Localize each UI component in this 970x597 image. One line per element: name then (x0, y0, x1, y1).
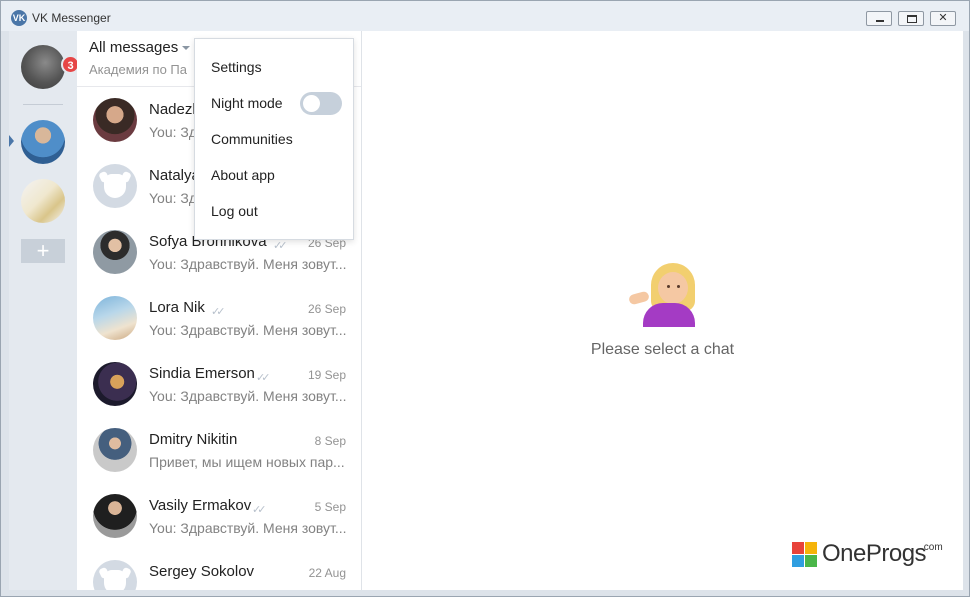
account-avatar-3[interactable] (21, 179, 65, 223)
conversation-item[interactable]: Sindia Emerson ✓✓ 19 Sep You: Здравствуй. М… (77, 361, 361, 427)
watermark-suffix: .com (921, 542, 943, 553)
title-bar: VK VK Messenger ✕ (1, 1, 969, 31)
contact-name: Sergey Sokolov (149, 563, 255, 580)
conversation-item[interactable]: Dmitry Nikitin 8 Sep Привет, мы ищем новых… (77, 427, 361, 493)
messages-filter-dropdown[interactable]: All messages (89, 39, 178, 56)
close-button[interactable]: ✕ (930, 11, 956, 26)
menu-item-settings[interactable]: Settings (211, 59, 262, 75)
read-checkmark-icon: ✓✓ (273, 240, 288, 252)
read-checkmark-icon: ✓✓ (211, 306, 226, 318)
message-preview: You: Здравствуй. Меня зовут... (149, 388, 347, 404)
empty-chat-message: Please select a chat (590, 341, 735, 358)
menu-item-log-out[interactable]: Log out (211, 203, 258, 219)
account-avatar-2[interactable] (21, 120, 65, 164)
rail-divider (23, 104, 63, 105)
message-date: 8 Sep (314, 434, 346, 448)
read-checkmark-icon: ✓✓ (252, 504, 267, 516)
message-date: 19 Sep (307, 368, 346, 382)
conversation-item[interactable]: Lora Nik ✓✓ 26 Sep You: Здравствуй. Меня зо… (77, 295, 361, 361)
contact-avatar (93, 230, 137, 274)
message-date: 26 Sep (307, 302, 346, 316)
watermark-name: OneProgs (822, 540, 927, 567)
oneprogs-logo-icon (792, 542, 818, 568)
default-avatar-icon (93, 560, 137, 590)
menu-item-night-mode[interactable]: Night mode (211, 95, 283, 111)
night-mode-toggle[interactable] (300, 92, 342, 115)
message-preview: You: Здравствуй. Меня зовут... (149, 520, 347, 536)
woman-tipping-hand-icon (628, 263, 701, 327)
message-date: 22 Aug (308, 566, 346, 580)
contact-name: Natalya (149, 167, 200, 184)
minimize-button[interactable] (866, 11, 892, 26)
contact-name: Lora Nik (149, 299, 205, 316)
contact-name: Nadezh (149, 101, 201, 118)
contact-avatar (93, 362, 137, 406)
default-avatar-icon (93, 164, 137, 208)
conversation-item[interactable]: Sergey Sokolov 22 Aug (77, 559, 361, 590)
list-subtitle: Академия по Па (89, 62, 187, 77)
account-rail: 3 + (9, 31, 80, 590)
account-avatar-1[interactable]: 3 (21, 45, 80, 89)
maximize-icon (907, 15, 917, 23)
contact-name: Vasily Ermakov (149, 497, 252, 514)
read-checkmark-icon: ✓✓ (256, 372, 271, 384)
minimize-icon (876, 20, 884, 22)
active-account-indicator (9, 135, 14, 147)
message-preview: Привет, мы ищем новых пар... (149, 454, 345, 470)
contact-avatar (93, 98, 137, 142)
menu-item-communities[interactable]: Communities (211, 131, 293, 147)
add-account-button[interactable]: + (21, 239, 65, 263)
message-date: 5 Sep (314, 500, 346, 514)
message-preview: You: Здравствуй. Меня зовут... (149, 322, 347, 338)
menu-item-about-app[interactable]: About app (211, 167, 275, 183)
contact-name: Dmitry Nikitin (149, 431, 238, 448)
maximize-button[interactable] (898, 11, 924, 26)
chat-area: Please select a chat (362, 31, 963, 590)
main-menu-dropdown: Settings Night mode Communities About ap… (194, 38, 354, 240)
chevron-down-icon[interactable] (182, 46, 190, 50)
window-title: VK Messenger (32, 11, 111, 25)
toggle-knob (303, 95, 320, 112)
contact-avatar (93, 428, 137, 472)
app-window: VK VK Messenger ✕ 3 + All messages Акаде… (0, 0, 970, 597)
contact-avatar (93, 494, 137, 538)
conversation-item[interactable]: Vasily Ermakov ✓✓ 5 Sep You: Здравствуй. Ме… (77, 493, 361, 559)
vk-logo-icon: VK (11, 10, 27, 26)
oneprogs-watermark: OneProgs .com (792, 540, 952, 570)
close-icon: ✕ (938, 12, 948, 24)
contact-avatar (93, 296, 137, 340)
contact-name: Sindia Emerson (149, 365, 255, 382)
message-preview: You: Здравствуй. Меня зовут... (149, 256, 347, 272)
